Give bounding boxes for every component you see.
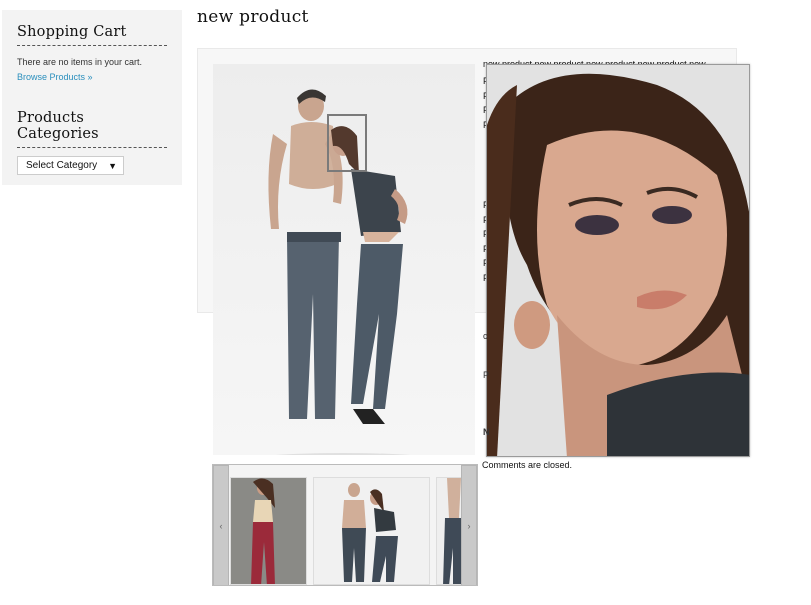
- cart-empty-text: There are no items in your cart.: [17, 57, 143, 67]
- triangle-down-icon: ▼: [108, 160, 117, 171]
- carousel-prev-button[interactable]: ‹: [213, 465, 229, 585]
- product-thumbnail[interactable]: [313, 477, 430, 585]
- description-stub: N: [483, 427, 490, 437]
- categories-title: Products Categories: [17, 110, 167, 148]
- sidebar: Shopping Cart There are no items in your…: [2, 10, 182, 185]
- chevron-right-icon: ›: [467, 521, 471, 531]
- category-select[interactable]: Select Category ▼: [17, 156, 124, 175]
- comments-closed-text: Comments are closed.: [482, 460, 573, 470]
- description-stub: P: [483, 370, 490, 380]
- product-thumbnail[interactable]: [230, 477, 307, 585]
- carousel-next-button[interactable]: ›: [461, 465, 477, 585]
- shopping-cart-title: Shopping Cart: [17, 24, 167, 46]
- page-title: new product: [197, 7, 309, 27]
- thumbnail-carousel: ‹ ›: [212, 464, 478, 586]
- description-stub: c: [483, 331, 488, 341]
- zoom-window: [486, 64, 750, 457]
- category-select-value: Select Category: [26, 160, 98, 171]
- zoom-lens[interactable]: [327, 114, 367, 172]
- browse-products-link[interactable]: Browse Products »: [17, 72, 167, 82]
- chevron-left-icon: ‹: [219, 521, 223, 531]
